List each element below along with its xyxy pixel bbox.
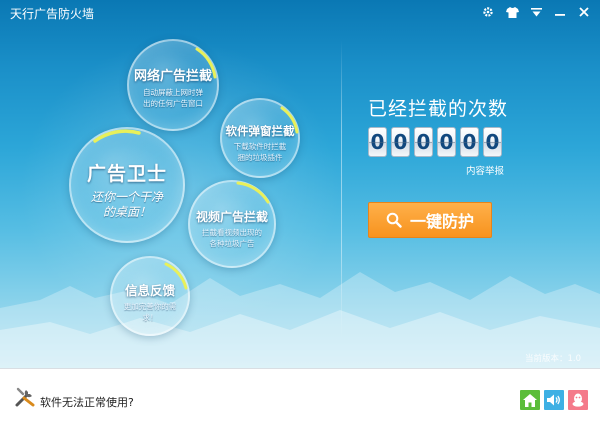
counter-digit: 0 — [460, 127, 479, 157]
bubble-web-ad-block[interactable]: 网络广告拦截 自动屏蔽上网时弹出的任何广告窗口 — [127, 39, 219, 131]
tools-icon — [15, 387, 35, 407]
counter-digit: 0 — [483, 127, 502, 157]
counter-digit: 0 — [368, 127, 387, 157]
app-title: 天行广告防火墙 — [10, 7, 95, 21]
menu-icon[interactable] — [526, 3, 546, 21]
title-bar: 天行广告防火墙 — [0, 0, 600, 26]
block-counter: 0 0 0 0 0 0 — [368, 127, 502, 157]
block-count-title: 已经拦截的次数 — [368, 98, 509, 120]
qq-icon[interactable] — [568, 390, 588, 410]
one-click-protect-label: 一键防护 — [409, 212, 474, 231]
counter-digit: 0 — [437, 127, 456, 157]
skin-icon[interactable] — [502, 3, 522, 21]
help-link[interactable]: 软件无法正常使用? — [40, 394, 134, 410]
panel-divider — [341, 40, 342, 340]
app-window: 天行广告防火墙 网络广告拦截 自动屏蔽上网时弹出的任何广告窗口 广告卫士 还你一… — [0, 0, 600, 424]
minimize-icon[interactable] — [550, 3, 570, 21]
version-label: 当前版本：1.0 — [525, 354, 582, 364]
sound-icon[interactable] — [544, 390, 564, 410]
mountain-background — [0, 272, 600, 368]
footer-bar: 软件无法正常使用? — [0, 368, 600, 424]
gear-icon[interactable] — [478, 3, 498, 21]
counter-digit: 0 — [414, 127, 433, 157]
bubble-software-popup-block[interactable]: 软件弹窗拦截 下载软件时拦截捆的垃圾插件 — [220, 98, 300, 178]
main-panel: 天行广告防火墙 网络广告拦截 自动屏蔽上网时弹出的任何广告窗口 广告卫士 还你一… — [0, 0, 600, 368]
bubble-feedback[interactable]: 信息反馈 更加完善你的需求！ — [110, 256, 190, 336]
search-icon — [386, 212, 402, 228]
bubble-video-ad-block[interactable]: 视频广告拦截 拦截看视频出现的各种垃圾广告 — [188, 180, 276, 268]
counter-digit: 0 — [391, 127, 410, 157]
close-icon[interactable] — [574, 3, 594, 21]
home-icon[interactable] — [520, 390, 540, 410]
content-report-link[interactable]: 内容举报 — [466, 163, 504, 177]
bubble-ad-guard[interactable]: 广告卫士 还你一个干净的桌面！ — [69, 127, 185, 243]
one-click-protect-button[interactable]: 一键防护 — [368, 202, 492, 238]
